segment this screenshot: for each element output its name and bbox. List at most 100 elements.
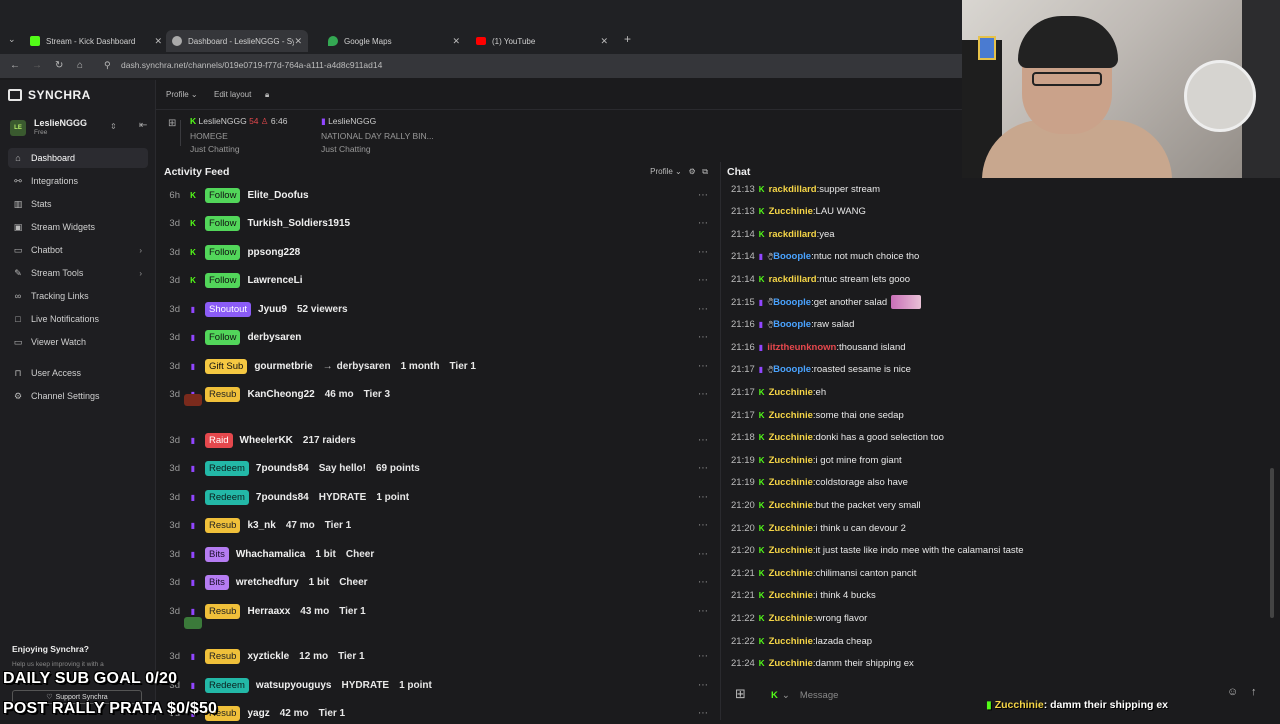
chat-username[interactable]: rackdillard [769,184,817,195]
more-options-icon[interactable]: ⋯ [698,492,708,503]
chat-message[interactable]: 21:17 K Zucchinie: some thai one sedap [731,406,904,424]
feed-row[interactable]: 3d ▮ Resub xyztickle 12 mo Tier 1 ⋯ [160,645,716,667]
chat-username[interactable]: Zucchinie [769,590,813,601]
feed-row[interactable]: 3d ▮ Resub k3_nk 47 mo Tier 1 ⋯ [160,514,716,536]
chat-message[interactable]: 21:22 K Zucchinie: lazada cheap [731,632,872,650]
forward-icon[interactable]: → [32,60,42,71]
event-username[interactable]: gourmetbrie [254,361,312,372]
event-username[interactable]: wretchedfury [236,577,299,588]
chat-message[interactable]: 21:20 K Zucchinie: i think u can devour 2 [731,519,906,537]
grid-icon[interactable]: ⊞ [168,118,176,129]
sidebar-item-viewer-watch[interactable]: ▭ Viewer Watch [8,332,148,352]
feed-row[interactable]: 3d ▮ Redeem 7pounds84 Say hello! 69 points ⋯ [160,457,716,479]
gear-icon[interactable]: ⚙ [688,167,695,176]
chat-username[interactable]: rackdillard [769,274,817,285]
more-options-icon[interactable]: ⋯ [698,190,708,201]
event-username[interactable]: ppsong228 [247,247,300,258]
kick-stream-card[interactable]: K LeslieNGGG 54 ♙ 6:46 HOMEGE Just Chatt… [190,116,287,154]
reload-icon[interactable]: ↻ [55,60,63,71]
feed-row[interactable]: 3d ▮ Raid WheelerKK 217 raiders ⋯ [160,429,716,451]
account-switcher[interactable]: LE LeslieNGGG Free ⇕ [10,116,126,138]
chat-message[interactable]: 21:14 Krackdillard: ntuc stream lets gooo [731,270,910,288]
feed-row[interactable]: 3d K Follow ppsong228 ⋯ [160,241,716,263]
close-tab-icon[interactable]: ✕ [154,36,162,47]
chat-message[interactable]: 21:17 ▮ 🖐︎ Booople: roasted sesame is nice [731,361,911,379]
event-username[interactable]: LawrenceLi [247,275,302,286]
chat-message[interactable]: 21:14 ▮ 🖐︎ Booople: ntuc not much choice t… [731,248,919,266]
event-username[interactable]: xyztickle [247,651,289,662]
chat-username[interactable]: iitztheunknown [767,342,836,353]
event-username[interactable]: Whachamalica [236,549,305,560]
feed-profile-dropdown[interactable]: Profile ⌄ [650,167,682,176]
chat-message[interactable]: 21:20 K Zucchinie: but the packet very sma… [731,496,921,514]
event-username[interactable]: k3_nk [247,520,275,531]
chat-message[interactable]: 21:21 K Zucchinie: chilimansi canton panci… [731,564,916,582]
more-options-icon[interactable]: ⋯ [698,651,708,662]
chat-username[interactable]: Zucchinie [769,432,813,443]
chat-username[interactable]: rackdillard [769,229,817,240]
feed-row[interactable]: 3d ▮ Redeem watsupyouguys HYDRATE 1 point ⋯ [160,674,716,696]
feed-row[interactable]: 3d ▮ Gift Sub gourmetbrie → derbysaren 1 month… [160,355,716,377]
twitch-stream-card[interactable]: ▮ LeslieNGGG NATIONAL DAY RALLY BIN... J… [321,116,434,154]
close-tab-icon[interactable]: ✕ [294,36,302,47]
chat-scrollbar[interactable] [1270,468,1274,618]
more-options-icon[interactable]: ⋯ [698,708,708,719]
more-options-icon[interactable]: ⋯ [698,247,708,258]
chat-username[interactable]: Booople [773,297,811,308]
close-tab-icon[interactable]: ✕ [600,36,608,47]
event-username[interactable]: 7pounds84 [256,492,309,503]
more-options-icon[interactable]: ⋯ [698,680,708,691]
grid-icon[interactable]: ⊞ [735,686,746,702]
sidebar-item-dashboard[interactable]: ⌂ Dashboard [8,148,148,168]
browser-tab-synchra[interactable]: Dashboard - LeslieNGGG - Sync ✕ [166,30,308,52]
chat-message[interactable]: 21:13 K Zucchinie: LAU WANG [731,203,866,221]
chat-message[interactable]: 21:24 K Zucchinie: damm their shipping ex [731,655,914,673]
more-options-icon[interactable]: ⋯ [698,520,708,531]
chat-username[interactable]: Zucchinie [769,613,813,624]
sidebar-item-user-access[interactable]: ⊓ User Access [8,363,148,383]
feed-row[interactable]: 3d▮ResubKanCheong2246 moTier 3⋯ [160,383,716,405]
emoji-icon[interactable]: ☺ [1227,686,1238,698]
event-username[interactable]: WheelerKK [240,435,293,446]
feed-row[interactable]: 3d ▮ Resub yagz 42 mo Tier 1 ⋯ [160,702,716,724]
feed-row[interactable]: 3d ▮ Shoutout Jyuu9 52 viewers ⋯ [160,298,716,320]
chat-message[interactable]: 21:22 K Zucchinie: wrong flavor [731,609,867,627]
feed-row[interactable]: 3d K Follow LawrenceLi ⋯ [160,269,716,291]
more-options-icon[interactable]: ⋯ [698,549,708,560]
sidebar-item-chatbot[interactable]: ▭ Chatbot › [8,240,148,260]
tab-list-chevron-icon[interactable]: ⌄ [8,34,16,45]
chat-message[interactable]: 21:17 K Zucchinie: eh [731,383,826,401]
more-options-icon[interactable]: ⋯ [698,606,708,617]
feed-row[interactable]: 3d ▮ Redeem 7pounds84 HYDRATE 1 point ⋯ [160,486,716,508]
more-options-icon[interactable]: ⋯ [698,361,708,372]
chat-username[interactable]: Booople [773,251,811,262]
event-username[interactable]: Turkish_Soldiers1915 [247,218,350,229]
event-username[interactable]: 7pounds84 [256,463,309,474]
more-options-icon[interactable]: ⋯ [698,275,708,286]
browser-tab-maps[interactable]: Google Maps ✕ [322,30,464,52]
feed-row[interactable]: 6h K Follow Elite_Doofus ⋯ [160,184,716,206]
lock-layout-icon[interactable]: 🔒︎ [265,90,269,100]
more-options-icon[interactable]: ⋯ [698,435,708,446]
chat-message[interactable]: 21:16 ▮ 🖐︎ Booople: raw salad [731,316,854,334]
chat-username[interactable]: Zucchinie [769,523,813,534]
event-username[interactable]: Herraaxx [247,606,290,617]
chat-username[interactable]: Zucchinie [769,455,813,466]
chat-username[interactable]: Zucchinie [769,568,813,579]
sidebar-item-integrations[interactable]: ⚯ Integrations [8,171,148,191]
chat-username[interactable]: Zucchinie [769,636,813,647]
event-username[interactable]: Jyuu9 [258,304,287,315]
new-tab-icon[interactable]: + [624,32,631,46]
brand-logo[interactable]: SYNCHRA [8,88,91,102]
event-username[interactable]: watsupyouguys [256,680,332,691]
sidebar-item-stream-widgets[interactable]: ▣ Stream Widgets [8,217,148,237]
chat-message[interactable]: 21:15 ▮ 🖐︎ Booople: get another salad [731,293,922,311]
feed-row[interactable]: 3d ▮ Resub Herraaxx 43 mo Tier 1 ⋯ [160,600,716,622]
browser-tab-youtube[interactable]: (1) YouTube ✕ [470,30,612,52]
more-options-icon[interactable]: ⋯ [698,577,708,588]
edit-layout-button[interactable]: Edit layout [214,90,251,99]
sidebar-item-channel-settings[interactable]: ⚙ Channel Settings [8,386,148,406]
chat-message[interactable]: 21:19 K Zucchinie: i got mine from giant [731,451,902,469]
home-icon[interactable]: ⌂ [77,60,83,71]
sidebar-item-tracking-links[interactable]: ∞ Tracking Links [8,286,148,306]
